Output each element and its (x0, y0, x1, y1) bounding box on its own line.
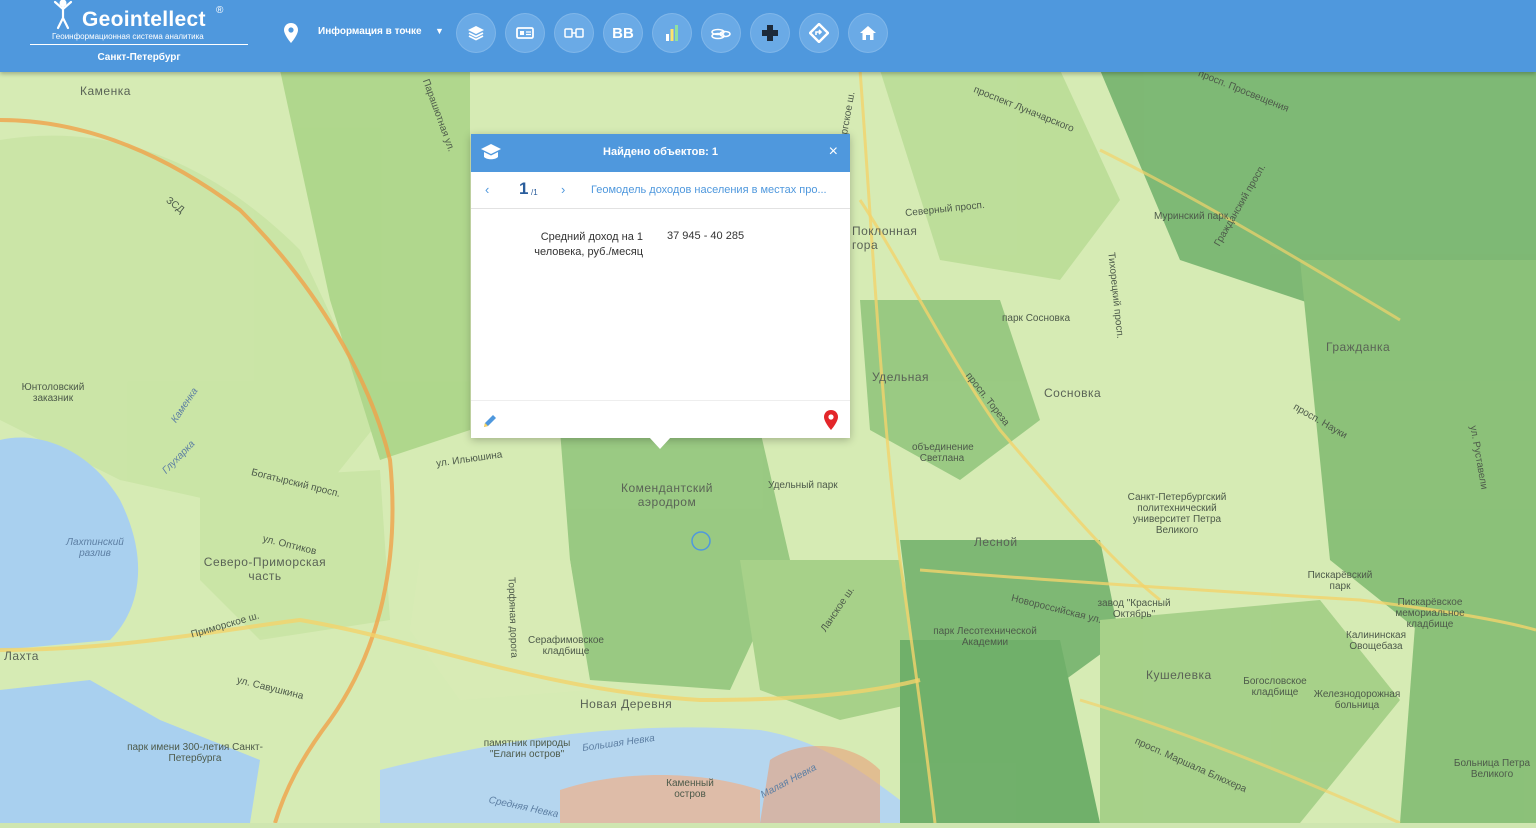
location-pin-icon (284, 23, 298, 43)
layer-name-link[interactable]: Геомодель доходов населения в местах про… (591, 184, 841, 196)
logo[interactable]: Geointellect ® Геоинформационная система… (30, 0, 250, 72)
map-label: Пискарёвское мемориальное кладбище (1395, 597, 1465, 630)
bar-chart-icon (666, 25, 678, 41)
map-label: Каменный остров (666, 778, 714, 800)
map-label: Муринский парк (1154, 211, 1229, 222)
map-label: Кушелевка (1146, 668, 1212, 682)
map-label: Гражданка (1326, 340, 1391, 354)
card-icon (516, 27, 534, 39)
direction-icon (809, 23, 829, 43)
medical-cross-icon (762, 25, 778, 41)
map-label: парк Лесотехнической Академии (933, 626, 1037, 648)
next-result-button[interactable]: › (561, 182, 565, 197)
map-label: Лахта (4, 649, 39, 663)
medical-button[interactable] (750, 13, 790, 53)
map-label: Калининская Овощебаза (1346, 630, 1407, 652)
close-icon[interactable]: × (829, 143, 838, 161)
map-label: Железнодорожная больница (1313, 689, 1401, 711)
map-label: Лахтинский разлив (66, 537, 124, 559)
map-label: завод "Красный Октябрь" (1097, 598, 1171, 620)
mode-selector[interactable]: Информация в точке (318, 26, 422, 37)
result-navigator: ‹ 1 /1 › Геомодель доходов населения в м… (471, 172, 850, 209)
trademark-mark: ® (216, 5, 224, 16)
map-label: Удельный парк (768, 480, 838, 491)
map-label: Новая Деревня (580, 697, 673, 711)
popup-header: Найдено объектов: 1 × (471, 134, 850, 172)
home-icon (860, 26, 876, 40)
popup-title: Найдено объектов: 1 (603, 146, 718, 158)
city-name[interactable]: Санкт-Петербург (30, 52, 248, 63)
map-label: Комендантский аэродром (620, 481, 714, 509)
map-label: Лесной (974, 535, 1018, 549)
map-label: Северо-Приморская часть (203, 555, 327, 583)
route-button[interactable] (799, 13, 839, 53)
popup-footer (471, 400, 850, 439)
total-results: /1 (531, 188, 538, 197)
current-result-number: 1 (519, 179, 529, 198)
map-label: Поклонная гора (852, 224, 918, 252)
popup-pointer (649, 437, 671, 449)
map-label: Больница Петра Великого (1453, 758, 1531, 780)
previous-result-button[interactable]: ‹ (485, 182, 489, 197)
map-label: Юнтоловский заказник (21, 382, 85, 404)
identify-popup: Найдено объектов: 1 × ‹ 1 /1 › Геомодель… (471, 134, 850, 438)
catalog-button[interactable] (505, 13, 545, 53)
layers-button[interactable] (456, 13, 496, 53)
transfer-icon (564, 28, 584, 38)
layers-icon (468, 26, 484, 41)
map-label: Сосновка (1044, 386, 1102, 400)
brand-tagline: Геоинформационная система аналитика (52, 32, 204, 41)
chevron-down-icon[interactable]: ▼ (435, 26, 444, 36)
logo-figure-icon (53, 0, 73, 30)
bb-text-icon: BB (612, 24, 634, 42)
map-label: парк Сосновка (1002, 313, 1071, 324)
map-label: Серафимовское кладбище (528, 635, 604, 657)
attribute-label: Средний доход на 1 человека, руб./месяц (534, 231, 643, 258)
map-label: памятник природы "Елагин остров" (483, 738, 571, 760)
pencil-icon[interactable] (482, 413, 498, 429)
map-marker-icon[interactable] (824, 410, 838, 430)
analytics-button[interactable] (652, 13, 692, 53)
logo-divider (30, 44, 248, 45)
map-label: Удельная (872, 370, 930, 384)
home-button[interactable] (848, 13, 888, 53)
brand-name: Geointellect (82, 8, 206, 31)
attribute-value: 37 945 - 40 285 (667, 230, 745, 242)
map-label: Пискарёвский парк (1307, 570, 1373, 592)
finance-button[interactable] (701, 13, 741, 53)
bb-button[interactable]: BB (603, 13, 643, 53)
map-label: парк имени 300-летия Санкт-Петербурга (127, 742, 263, 764)
coins-icon (711, 28, 731, 40)
map-label: Каменка (80, 84, 131, 98)
top-bar: Geointellect ® Геоинформационная система… (0, 0, 1536, 72)
map-label: Богословское кладбище (1243, 676, 1307, 698)
map-label: Санкт-Петербургский политехнический унив… (1127, 492, 1227, 536)
map-label: объединение Светлана (912, 442, 974, 464)
compare-button[interactable] (554, 13, 594, 53)
